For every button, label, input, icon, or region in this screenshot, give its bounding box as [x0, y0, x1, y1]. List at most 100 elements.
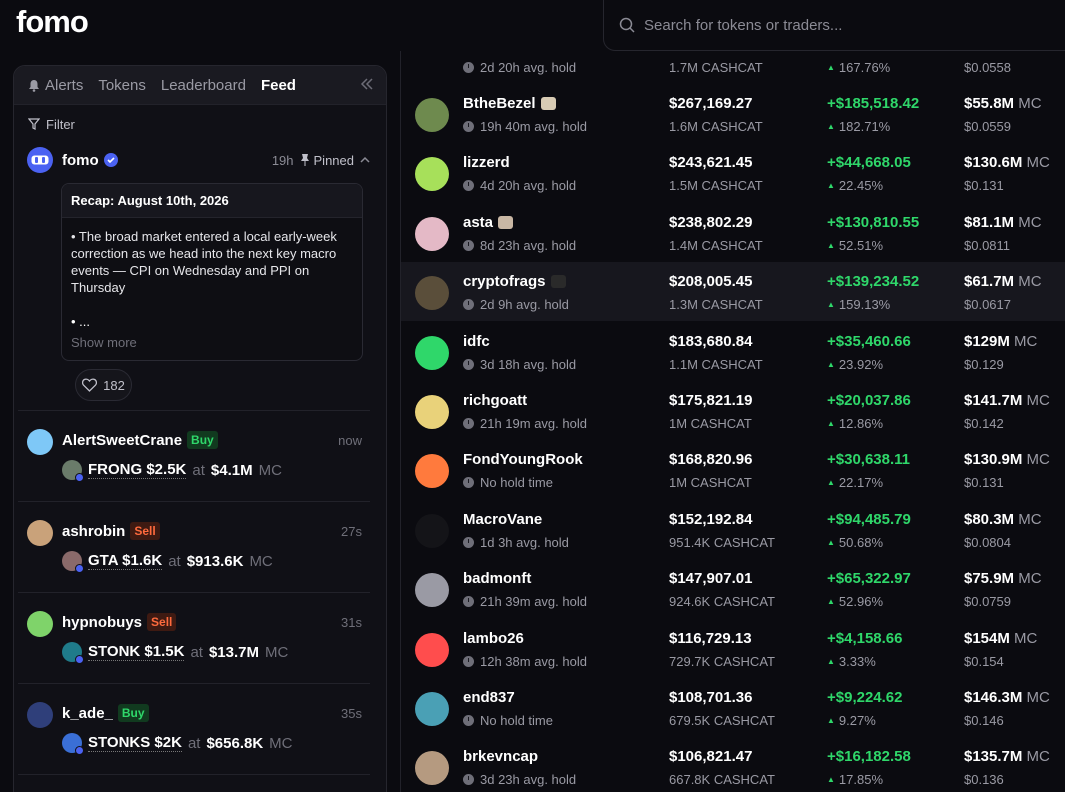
table-row[interactable]: cryptofrags 2d 9h avg. hold $208,005.45 … — [401, 262, 1065, 322]
trader-avatar[interactable] — [415, 395, 449, 429]
trader-avatar[interactable] — [415, 454, 449, 489]
table-row[interactable]: end837 No hold time $108,701.36 679.5K C… — [401, 678, 1065, 737]
table-row[interactable]: idfc 3d 18h avg. hold $183,680.84 1.1M C… — [401, 322, 1065, 381]
table-row[interactable]: BtheBezel 19h 40m avg. hold $267,169.27 … — [401, 84, 1065, 143]
like-button[interactable]: 182 — [75, 369, 132, 401]
trade-item[interactable]: hypnobuys Sell 31s STONK $1.5K at $13.7M… — [18, 593, 370, 684]
row-pnl-percent: ▲ 23.92% — [827, 357, 883, 372]
show-more-link[interactable]: Show more — [62, 329, 362, 360]
trader-name[interactable]: richgoatt — [463, 392, 527, 409]
row-price: $0.131 — [964, 178, 1004, 194]
collapse-panel-button[interactable] — [360, 75, 374, 96]
chevron-up-icon[interactable] — [360, 156, 370, 164]
trade-mc: $913.6K — [186, 552, 244, 570]
trader-avatar[interactable] — [27, 702, 53, 728]
table-row[interactable]: lizzerd 4d 20h avg. hold $243,621.45 1.5… — [401, 143, 1065, 202]
trade-token[interactable]: STONK $1.5K — [88, 643, 185, 661]
hold-text: 19h 40m avg. hold — [480, 119, 587, 134]
trader-avatar[interactable] — [415, 513, 449, 548]
row-quantity: 667.8K CASHCAT — [669, 772, 775, 788]
tab-feed[interactable]: Feed — [261, 77, 296, 94]
at-label: at — [187, 734, 201, 752]
trader-name-text: hypnobuys — [62, 613, 143, 631]
tab-leaderboard[interactable]: Leaderboard — [161, 77, 246, 94]
row-pnl: +$130,810.55 — [827, 213, 920, 231]
tab-alerts[interactable]: Alerts — [28, 77, 83, 94]
trader-avatar[interactable] — [415, 573, 449, 608]
token-avatar[interactable] — [62, 733, 84, 755]
trader-avatar[interactable] — [415, 692, 449, 726]
trade-item[interactable]: k_ade_ Buy 35s STONKS $2K at $656.8K MC — [18, 684, 370, 775]
table-row[interactable]: richgoatt 21h 19m avg. hold $175,821.19 … — [401, 381, 1065, 440]
trader-name[interactable]: idfc — [463, 333, 490, 350]
table-row[interactable]: FondYoungRook No hold time $168,820.96 1… — [401, 440, 1065, 499]
trader-name[interactable]: asta — [463, 214, 514, 231]
trader-avatar[interactable] — [415, 157, 449, 192]
row-market-cap: $129M MC — [964, 333, 1037, 350]
table-row[interactable]: asta 8d 23h avg. hold $238,802.29 1.4M C… — [401, 203, 1065, 262]
trader-avatar[interactable] — [415, 335, 449, 370]
trader-name[interactable]: lizzerd — [463, 154, 510, 171]
trader-name[interactable]: AlertSweetCrane Buy — [62, 431, 218, 449]
fomo-avatar[interactable] — [27, 147, 53, 173]
trade-token[interactable]: FRONG $2.5K — [88, 461, 187, 479]
trader-name-text: AlertSweetCrane — [62, 431, 183, 449]
row-price: $0.154 — [964, 653, 1004, 669]
trade-item[interactable]: ashrobin Sell 27s GTA $1.6K at $913.6K M… — [18, 502, 370, 593]
fomo-logo[interactable]: fomo — [16, 4, 89, 40]
trader-avatar[interactable] — [27, 429, 53, 455]
row-pnl: +$30,638.11 — [827, 451, 911, 469]
recap-card[interactable]: Recap: August 10th, 2026 • The broad mar… — [61, 183, 363, 361]
trade-side-badge: Sell — [130, 522, 160, 540]
trade-details: FRONG $2.5K at $4.1M MC — [62, 460, 282, 482]
recap-title: Recap: August 10th, 2026 — [62, 184, 362, 218]
up-triangle-icon: ▲ — [827, 359, 835, 369]
row-price: $0.142 — [964, 416, 1004, 431]
trader-name[interactable]: MacroVane — [463, 511, 542, 528]
trader-name[interactable]: hypnobuys Sell — [62, 613, 177, 631]
trade-token[interactable]: GTA $1.6K — [88, 552, 163, 570]
trader-name[interactable]: FondYoungRook — [463, 451, 583, 468]
trader-avatar[interactable] — [415, 276, 449, 311]
trader-name[interactable]: ashrobin Sell — [62, 522, 160, 540]
token-avatar[interactable] — [62, 642, 84, 664]
post-author[interactable]: fomo — [62, 152, 99, 169]
table-row[interactable]: MacroVane 1d 3h avg. hold $152,192.84 95… — [401, 500, 1065, 559]
search-input[interactable] — [644, 16, 1044, 34]
trader-avatar[interactable] — [415, 632, 449, 667]
trader-name[interactable]: brkevncap — [463, 748, 538, 765]
trader-avatar[interactable] — [415, 751, 449, 786]
row-market-cap: $130.9M MC — [964, 451, 1050, 468]
hold-text: 21h 39m avg. hold — [480, 594, 587, 610]
trader-name-text: end837 — [463, 689, 515, 706]
token-avatar[interactable] — [62, 460, 84, 482]
table-row[interactable]: badmonft 21h 39m avg. hold $147,907.01 9… — [401, 559, 1065, 618]
trader-avatar[interactable] — [27, 520, 53, 546]
trader-name[interactable]: BtheBezel — [463, 95, 556, 112]
trader-name[interactable]: cryptofrags — [463, 273, 566, 290]
search-bar[interactable] — [603, 0, 1065, 51]
trader-name[interactable]: end837 — [463, 689, 515, 706]
trader-name[interactable]: badmonft — [463, 570, 531, 587]
trader-name[interactable]: k_ade_ Buy — [62, 704, 149, 722]
filter-button[interactable]: Filter — [14, 109, 386, 139]
trader-name[interactable]: lambo26 — [463, 630, 524, 647]
row-pnl-percent: ▲ 9.27% — [827, 713, 876, 728]
mc-unit: MC — [1014, 332, 1038, 350]
table-row[interactable]: lambo26 12h 38m avg. hold $116,729.13 72… — [401, 619, 1065, 678]
trader-avatar[interactable] — [27, 611, 53, 637]
mcap-value: $80.3M — [964, 510, 1015, 528]
table-row[interactable]: brkevncap 3d 23h avg. hold $106,821.47 6… — [401, 737, 1065, 792]
trade-token[interactable]: STONKS $2K — [88, 734, 182, 752]
token-avatar[interactable] — [62, 551, 84, 573]
mcap-value: $130.9M — [964, 451, 1023, 469]
trade-item[interactable]: AlertSweetCrane Buy now FRONG $2.5K at $… — [18, 411, 370, 502]
tab-tokens[interactable]: Tokens — [98, 77, 146, 94]
trade-details: STONK $1.5K at $13.7M MC — [62, 642, 288, 664]
clock-icon — [463, 655, 474, 667]
trader-avatar[interactable] — [415, 98, 449, 132]
trader-avatar[interactable] — [415, 216, 449, 251]
up-triangle-icon: ▲ — [827, 240, 835, 250]
trade-side-badge: Buy — [117, 704, 149, 722]
table-row-partial[interactable]: 2d 20h avg. hold 1.7M CASHCAT ▲ 167.76% $… — [401, 51, 1065, 84]
